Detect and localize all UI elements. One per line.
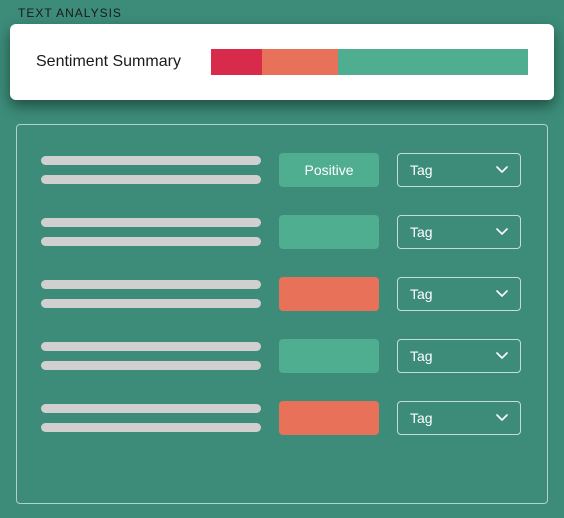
chevron-down-icon <box>496 350 508 362</box>
text-line <box>41 280 261 289</box>
sentiment-badge <box>279 401 379 435</box>
sentiment-badge: Positive <box>279 153 379 187</box>
text-line <box>41 175 261 184</box>
section-header: TEXT ANALYSIS <box>18 6 122 20</box>
text-line <box>41 423 261 432</box>
results-panel: Positive Tag Tag Tag <box>16 124 548 504</box>
text-preview <box>41 404 261 432</box>
chevron-down-icon <box>496 288 508 300</box>
text-line <box>41 361 261 370</box>
result-row: Tag <box>41 277 523 311</box>
chevron-down-icon <box>496 226 508 238</box>
tag-dropdown[interactable]: Tag <box>397 215 521 249</box>
text-line <box>41 156 261 165</box>
tag-dropdown[interactable]: Tag <box>397 153 521 187</box>
tag-dropdown[interactable]: Tag <box>397 401 521 435</box>
text-preview <box>41 280 261 308</box>
summary-segment-positive <box>338 49 528 75</box>
summary-bar <box>211 49 528 75</box>
text-preview <box>41 156 261 184</box>
tag-dropdown[interactable]: Tag <box>397 277 521 311</box>
result-row: Tag <box>41 339 523 373</box>
text-line <box>41 299 261 308</box>
tag-dropdown-label: Tag <box>410 224 433 240</box>
sentiment-badge <box>279 277 379 311</box>
text-preview <box>41 218 261 246</box>
tag-dropdown-label: Tag <box>410 286 433 302</box>
sentiment-summary-card: Sentiment Summary <box>10 24 554 100</box>
tag-dropdown-label: Tag <box>410 410 433 426</box>
summary-segment-neutral <box>262 49 338 75</box>
chevron-down-icon <box>496 412 508 424</box>
text-line <box>41 218 261 227</box>
text-line <box>41 237 261 246</box>
text-preview <box>41 342 261 370</box>
sentiment-badge <box>279 215 379 249</box>
tag-dropdown[interactable]: Tag <box>397 339 521 373</box>
tag-dropdown-label: Tag <box>410 162 433 178</box>
tag-dropdown-label: Tag <box>410 348 433 364</box>
text-line <box>41 404 261 413</box>
text-line <box>41 342 261 351</box>
result-row: Tag <box>41 401 523 435</box>
sentiment-badge <box>279 339 379 373</box>
result-row: Positive Tag <box>41 153 523 187</box>
summary-segment-negative <box>211 49 262 75</box>
result-row: Tag <box>41 215 523 249</box>
summary-title: Sentiment Summary <box>36 53 181 71</box>
chevron-down-icon <box>496 164 508 176</box>
